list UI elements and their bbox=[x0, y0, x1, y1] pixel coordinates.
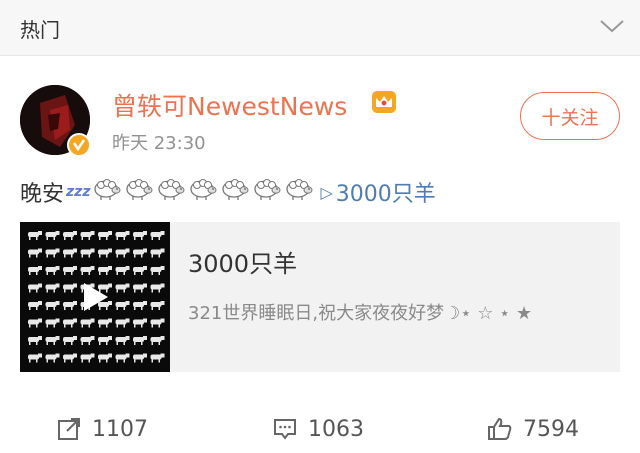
thumbnail-sheep-icon bbox=[150, 318, 165, 328]
thumbnail-sheep-icon bbox=[45, 301, 60, 310]
sheep-emoji-icon bbox=[126, 179, 153, 200]
thumbnail-sheep-icon bbox=[63, 301, 77, 310]
sheep-emoji-icon bbox=[94, 179, 121, 200]
thumbnail-sheep-icon bbox=[150, 353, 165, 363]
thumbnail-sheep-icon bbox=[133, 266, 147, 275]
thumbnail-sheep-icon bbox=[133, 353, 147, 363]
comment-count: 1063 bbox=[308, 416, 364, 442]
thumbnail-sheep-icon bbox=[133, 283, 147, 293]
media-card[interactable]: 3000只羊 321世界睡眠日,祝大家夜夜好梦☽⋆ ☆ ⋆ ★ bbox=[20, 222, 620, 372]
thumbnail-sheep-icon bbox=[115, 318, 130, 328]
thumbnail-sheep-icon bbox=[63, 336, 77, 345]
author-name[interactable]: 曾轶可NewestNews bbox=[112, 87, 347, 123]
page-title: 热门 bbox=[20, 18, 60, 42]
like-count: 7594 bbox=[523, 416, 579, 442]
sheep-emoji-icon bbox=[190, 179, 217, 200]
thumbnail-sheep-icon bbox=[80, 353, 95, 363]
vip-crown-icon[interactable] bbox=[370, 89, 398, 115]
thumbnail-sheep-icon bbox=[80, 266, 95, 275]
thumbnail-sheep-icon bbox=[98, 248, 112, 258]
thumbnail-sheep-icon bbox=[115, 283, 130, 293]
sheep-emoji-icon bbox=[222, 179, 249, 200]
thumbnail-sheep-icon bbox=[45, 336, 60, 345]
thumbnail-sheep-icon bbox=[98, 231, 112, 240]
thumbnail-sheep-icon bbox=[28, 301, 42, 310]
thumbnail-sheep-icon bbox=[115, 353, 130, 363]
post-card: 曾轶可NewestNews 昨天 23:30 十关注 晚安 zzz ▷ 3000… bbox=[0, 57, 640, 453]
video-thumbnail[interactable] bbox=[20, 222, 170, 372]
thumbnail-sheep-icon bbox=[98, 318, 112, 328]
repost-count: 1107 bbox=[92, 416, 148, 442]
thumbnail-sheep-icon bbox=[28, 283, 42, 293]
thumbnail-sheep-icon bbox=[98, 336, 112, 345]
thumbnail-sheep-icon bbox=[133, 231, 147, 240]
thumbnail-sheep-icon bbox=[115, 301, 130, 310]
thumbnail-sheep-icon bbox=[45, 283, 60, 293]
thumbnail-sheep-icon bbox=[63, 248, 77, 258]
post-link[interactable]: 3000只羊 bbox=[336, 176, 436, 208]
thumbnail-sheep-icon bbox=[28, 231, 42, 240]
thumbnail-sheep-icon bbox=[45, 248, 60, 258]
thumbnail-sheep-icon bbox=[133, 301, 147, 310]
media-title: 3000只羊 bbox=[188, 250, 298, 278]
media-description: 321世界睡眠日,祝大家夜夜好梦☽⋆ ☆ ⋆ ★ bbox=[188, 303, 533, 324]
thumbnail-sheep-icon bbox=[150, 248, 165, 258]
zzz-emoji-icon: zzz bbox=[66, 184, 91, 200]
thumbnail-sheep-icon bbox=[115, 231, 130, 240]
sheep-emoji-icon bbox=[158, 179, 185, 200]
play-icon[interactable] bbox=[78, 280, 112, 314]
repost-icon bbox=[58, 418, 80, 440]
sheep-emoji-row bbox=[92, 177, 316, 207]
thumbnail-sheep-icon bbox=[45, 318, 60, 328]
thumbnail-sheep-icon bbox=[28, 336, 42, 345]
thumbnail-sheep-icon bbox=[45, 231, 60, 240]
thumbnail-sheep-icon bbox=[133, 248, 147, 258]
thumbnail-sheep-icon bbox=[80, 248, 95, 258]
thumbnail-sheep-icon bbox=[63, 266, 77, 275]
action-bar: 1107 1063 7594 bbox=[0, 405, 640, 453]
thumbnail-sheep-icon bbox=[28, 318, 42, 328]
repost-button[interactable]: 1107 bbox=[56, 405, 148, 453]
thumbnail-sheep-icon bbox=[150, 301, 165, 310]
thumbnail-sheep-icon bbox=[115, 248, 130, 258]
thumbnail-sheep-icon bbox=[80, 318, 95, 328]
thumbnail-sheep-icon bbox=[133, 318, 147, 328]
sheep-emoji-icon bbox=[286, 179, 313, 200]
verified-badge-icon bbox=[67, 133, 91, 157]
thumbnail-sheep-icon bbox=[80, 231, 95, 240]
post-text: 晚安 zzz ▷ 3000只羊 bbox=[20, 175, 436, 209]
comment-button[interactable]: 1063 bbox=[272, 405, 364, 453]
thumbnail-sheep-icon bbox=[150, 336, 165, 345]
thumbnail-sheep-icon bbox=[63, 231, 77, 240]
play-triangle-icon[interactable]: ▷ bbox=[320, 183, 332, 202]
thumbnail-sheep-icon bbox=[98, 266, 112, 275]
thumbnail-sheep-icon bbox=[45, 353, 60, 363]
thumbs-up-icon bbox=[488, 417, 512, 440]
sheep-emoji-icon bbox=[254, 179, 281, 200]
thumbnail-sheep-icon bbox=[150, 266, 165, 275]
follow-button[interactable]: 十关注 bbox=[520, 92, 620, 140]
thumbnail-sheep-icon bbox=[28, 353, 42, 363]
top-bar: 热门 bbox=[0, 0, 640, 56]
thumbnail-sheep-icon bbox=[63, 318, 77, 328]
thumbnail-sheep-icon bbox=[98, 353, 112, 363]
thumbnail-sheep-icon bbox=[150, 231, 165, 240]
thumbnail-sheep-icon bbox=[133, 336, 147, 345]
thumbnail-sheep-icon bbox=[80, 336, 95, 345]
thumbnail-sheep-icon bbox=[150, 283, 165, 293]
thumbnail-sheep-icon bbox=[45, 266, 60, 275]
comment-icon bbox=[274, 419, 296, 440]
thumbnail-sheep-icon bbox=[115, 336, 130, 345]
thumbnail-sheep-icon bbox=[28, 248, 42, 258]
like-button[interactable]: 7594 bbox=[487, 405, 579, 453]
chevron-down-icon[interactable] bbox=[598, 16, 626, 36]
thumbnail-sheep-icon bbox=[63, 283, 77, 293]
post-text-prefix: 晚安 bbox=[20, 182, 65, 207]
post-time: 昨天 23:30 bbox=[112, 133, 206, 154]
thumbnail-sheep-icon bbox=[28, 266, 42, 275]
thumbnail-sheep-icon bbox=[115, 266, 130, 275]
thumbnail-sheep-icon bbox=[63, 353, 77, 363]
